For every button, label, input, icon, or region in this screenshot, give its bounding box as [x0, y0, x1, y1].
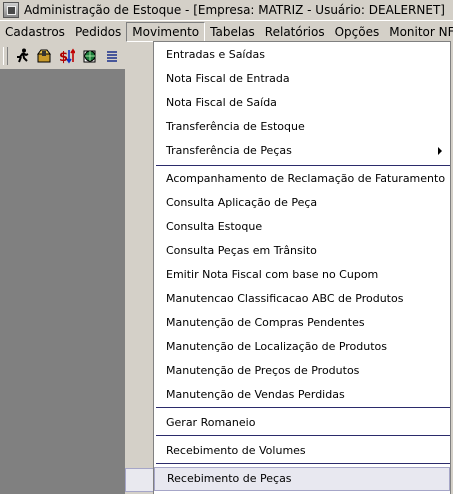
menuitem-label: Consulta Estoque: [166, 220, 263, 233]
menuitem-label: Consulta Peças em Trânsito: [166, 244, 317, 257]
menu-relatorios[interactable]: Relatórios: [260, 22, 330, 42]
menuitem-label: Manutenção de Localização de Produtos: [166, 340, 388, 353]
menuitem-label: Manutencao Classificacao ABC de Produtos: [166, 292, 404, 305]
svg-text:$: $: [59, 50, 68, 64]
menuitem-label: Nota Fiscal de Entrada: [166, 72, 290, 85]
menuitem-label: Consulta Aplicação de Peça: [166, 196, 318, 209]
menu-movimento[interactable]: Movimento: [126, 22, 206, 42]
menuitem-label: Entradas e Saídas: [166, 48, 265, 61]
menuitem-label: Recebimento de Peças: [167, 472, 292, 485]
submenu-arrow-icon: [438, 147, 442, 155]
dollar-arrows-icon[interactable]: $: [57, 46, 77, 66]
menuitem-nota-fiscal-entrada[interactable]: Nota Fiscal de Entrada: [154, 67, 450, 91]
menu-opcoes[interactable]: Opções: [330, 22, 385, 42]
app-icon: [3, 2, 19, 18]
menuitem-label: Nota Fiscal de Saída: [166, 96, 277, 109]
menuitem-manutencao-compras-pendentes[interactable]: Manutenção de Compras Pendentes: [154, 311, 450, 335]
toolbar: $: [0, 43, 125, 70]
menuitem-acompanhamento-reclamacao[interactable]: Acompanhamento de Reclamação de Faturame…: [154, 167, 450, 191]
menuitem-manutencao-localizacao-produtos[interactable]: Manutenção de Localização de Produtos: [154, 335, 450, 359]
menuitem-label: Transferência de Peças: [166, 144, 292, 157]
running-man-icon[interactable]: [12, 46, 32, 66]
menuitem-label: Recebimento de Volumes: [166, 444, 306, 457]
menuitem-transferencia-estoque[interactable]: Transferência de Estoque: [154, 115, 450, 139]
menuitem-consulta-pecas-transito[interactable]: Consulta Peças em Trânsito: [154, 239, 450, 263]
menuitem-emitir-nota-fiscal-cupom[interactable]: Emitir Nota Fiscal com base no Cupom: [154, 263, 450, 287]
menuitem-label: Emitir Nota Fiscal com base no Cupom: [166, 268, 379, 281]
menuitem-consulta-estoque[interactable]: Consulta Estoque: [154, 215, 450, 239]
menu-cadastros[interactable]: Cadastros: [0, 22, 70, 42]
box-icon[interactable]: [35, 46, 55, 66]
menu-pedidos[interactable]: Pedidos: [70, 22, 126, 42]
menu-tabelas[interactable]: Tabelas: [205, 22, 260, 42]
menuitem-recebimento-pecas[interactable]: Recebimento de Peças: [154, 467, 450, 491]
menuitem-label: Manutenção de Vendas Perdidas: [166, 388, 345, 401]
menuitem-manutencao-precos-produtos[interactable]: Manutenção de Preços de Produtos: [154, 359, 450, 383]
menuitem-label: Transferência de Estoque: [166, 120, 305, 133]
toolbar-grip[interactable]: [3, 47, 8, 65]
menuitem-entradas-e-saidas[interactable]: Entradas e Saídas: [154, 43, 450, 67]
menuitem-gerar-romaneio[interactable]: Gerar Romaneio: [154, 411, 450, 435]
menu-separator: [156, 463, 450, 464]
menuitem-label: Manutenção de Compras Pendentes: [166, 316, 365, 329]
menuitem-label: Manutenção de Preços de Produtos: [166, 364, 360, 377]
document-globe-icon[interactable]: [80, 46, 100, 66]
menuitem-label: Gerar Romaneio: [166, 416, 256, 429]
menu-monitor-nfe[interactable]: Monitor NF-e N: [384, 22, 453, 42]
menu-separator: [156, 165, 450, 166]
menuitem-consulta-aplicacao-peca[interactable]: Consulta Aplicação de Peça: [154, 191, 450, 215]
menuitem-nota-fiscal-saida[interactable]: Nota Fiscal de Saída: [154, 91, 450, 115]
menuitem-manutencao-classificacao-abc[interactable]: Manutencao Classificacao ABC de Produtos: [154, 287, 450, 311]
title-bar: Administração de Estoque - [Empresa: MAT…: [0, 0, 453, 20]
menuitem-manutencao-vendas-perdidas[interactable]: Manutenção de Vendas Perdidas: [154, 383, 450, 407]
menuitem-transferencia-pecas[interactable]: Transferência de Peças: [154, 139, 450, 163]
menuitem-recebimento-volumes[interactable]: Recebimento de Volumes: [154, 439, 450, 463]
menu-separator: [156, 435, 450, 436]
menuitem-label: Acompanhamento de Reclamação de Faturame…: [166, 172, 446, 185]
movimento-dropdown-menu: Entradas e Saídas Nota Fiscal de Entrada N…: [153, 41, 451, 494]
selected-row-extension: [125, 468, 153, 492]
mdi-workspace[interactable]: [0, 70, 125, 494]
list-icon[interactable]: [102, 46, 122, 66]
menu-separator: [156, 407, 450, 408]
window-title: Administração de Estoque - [Empresa: MAT…: [24, 3, 445, 17]
